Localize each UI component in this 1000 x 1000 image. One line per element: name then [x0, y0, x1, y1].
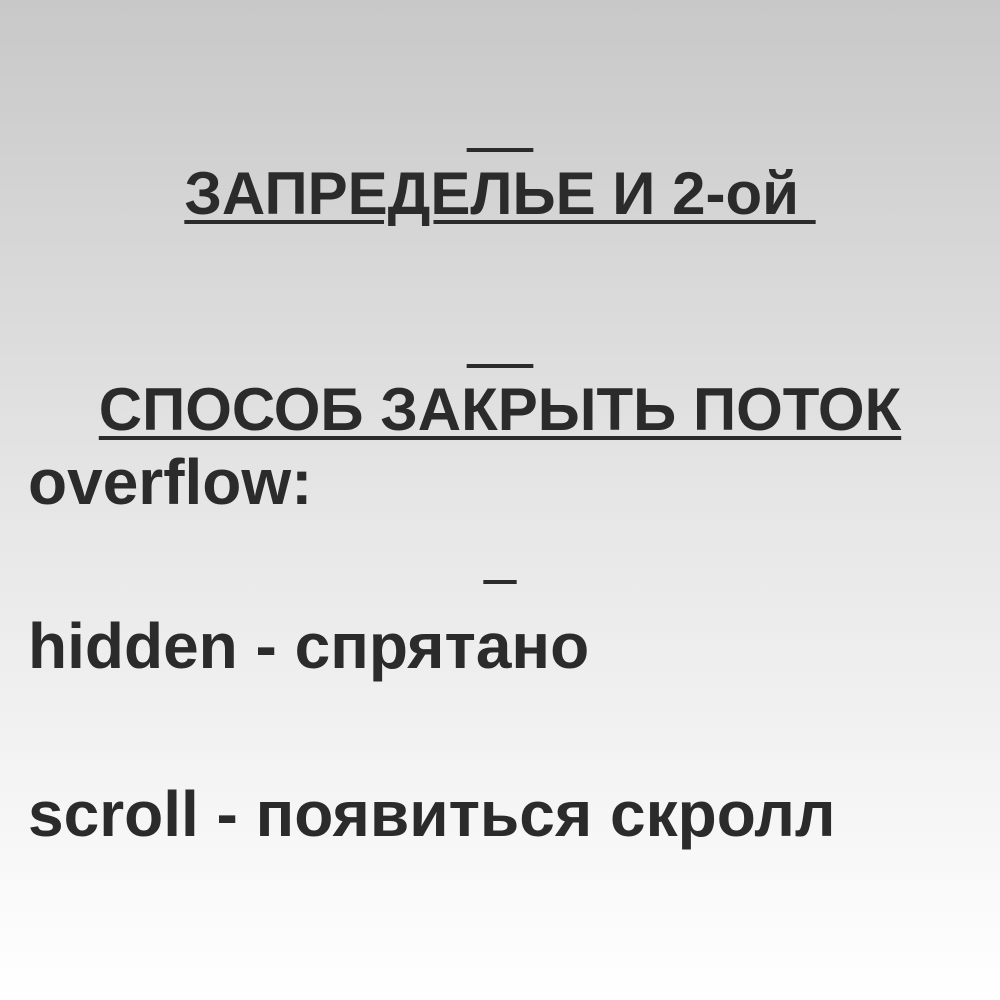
title-line-2: СПОСОБ ЗАКРЫТЬ ПОТОК	[98, 376, 902, 443]
hidden-description: hidden - спрятано	[28, 610, 590, 682]
title-line-1: ЗАПРЕДЕЛЬЕ И 2-ой	[184, 160, 816, 227]
scroll-description: scroll - появиться скролл	[28, 778, 836, 850]
slide: ЗАПРЕДЕЛЬЕ И 2-ой СПОСОБ ЗАКРЫТЬ ПОТОК o…	[0, 0, 1000, 1000]
overflow-label: overflow:	[28, 446, 313, 518]
